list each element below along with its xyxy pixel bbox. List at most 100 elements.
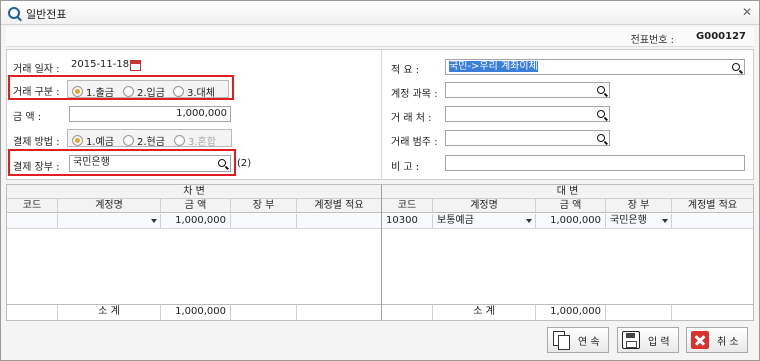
payment-book-value: 국민은행: [73, 157, 110, 168]
search-icon[interactable]: [594, 84, 608, 96]
cell-amount[interactable]: 1,000,000: [161, 214, 231, 228]
payment-book-field[interactable]: 국민은행: [69, 155, 231, 172]
col-code: 코드: [7, 199, 58, 212]
form-panel: 거래 일자 : 2015-11-18 거래 구분 : 1.출금 2.입금 3.대…: [6, 49, 754, 180]
search-icon[interactable]: [594, 132, 608, 144]
doc-number-value: G000127: [696, 31, 746, 42]
doc-number-bar: 전표번호 : G000127: [6, 27, 754, 47]
credit-header: 코드 계정명 금 액 장 부 계정별 적요: [382, 199, 753, 213]
summary-field[interactable]: 국민->우리 계좌이체: [445, 59, 745, 75]
radio-mixed: 3.혼합: [174, 133, 216, 148]
foot-book: [606, 305, 672, 320]
col-note: 계정별 적요: [314, 200, 364, 211]
save-button[interactable]: 입 력: [617, 327, 679, 353]
partner-field[interactable]: [445, 106, 610, 122]
amount-field[interactable]: 1,000,000: [69, 106, 231, 122]
chevron-down-icon[interactable]: [526, 219, 532, 223]
radio-withdraw[interactable]: 1.출금: [72, 84, 114, 99]
radio-deposit-label: 2.입금: [137, 88, 165, 99]
col-book: 장 부: [606, 199, 672, 212]
debit-subtotal-amount: 1,000,000: [161, 305, 231, 320]
continue-button-label: 연 속: [578, 336, 600, 348]
cell-account-value: 보통예금: [437, 215, 474, 226]
cancel-button[interactable]: 취 소: [686, 327, 748, 353]
summary-label: 적 요 :: [391, 65, 420, 76]
debit-subtotal-label: 소 계: [58, 305, 161, 320]
chevron-down-icon[interactable]: [151, 219, 157, 223]
journal-grid: 차 변 코드 계정명 금 액 장 부 계정별 적요 1,000,000 소 계 …: [6, 184, 754, 321]
close-icon[interactable]: ✕: [742, 5, 752, 19]
foot-book: [231, 305, 297, 320]
search-icon[interactable]: [729, 61, 743, 73]
debit-header: 코드 계정명 금 액 장 부 계정별 적요: [7, 199, 381, 213]
continue-button[interactable]: 연 속: [547, 327, 609, 353]
save-button-label: 입 력: [648, 336, 670, 348]
radio-on-icon: [72, 86, 83, 97]
cell-account[interactable]: [58, 214, 161, 228]
foot-code: [7, 305, 58, 320]
credit-subtotal-label: 소 계: [433, 305, 536, 320]
journal-window: 일반전표 ✕ 전표번호 : G000127 거래 일자 : 2015-11-18…: [0, 0, 760, 361]
col-account: 계정명: [433, 199, 536, 212]
cell-code[interactable]: 10300: [382, 214, 433, 228]
payment-book-count: (2): [237, 158, 252, 169]
trade-type-label: 거래 구분 :: [13, 87, 60, 98]
radio-off-icon: [123, 135, 134, 146]
form-divider: [381, 50, 382, 179]
chevron-down-icon[interactable]: [662, 219, 668, 223]
memo-field[interactable]: [445, 155, 745, 171]
payment-book-label: 결제 장부 :: [13, 162, 60, 173]
cell-book[interactable]: 국민은행: [606, 214, 672, 228]
cell-note[interactable]: [297, 214, 381, 228]
memo-label: 비 고 :: [391, 162, 420, 173]
debit-footer: 소 계 1,000,000: [7, 304, 381, 320]
col-note: 계정별 적요: [687, 200, 738, 211]
date-field[interactable]: 2015-11-18: [69, 58, 129, 74]
account-field[interactable]: [445, 82, 610, 98]
trade-type-radio-group: 1.출금 2.입금 3.대체: [67, 80, 229, 99]
credit-subtotal-amount: 1,000,000: [536, 305, 606, 320]
save-icon: [622, 331, 640, 349]
close-icon: [691, 331, 709, 349]
radio-on-icon: [72, 135, 83, 146]
window-title: 일반전표: [26, 8, 67, 21]
category-field[interactable]: [445, 130, 610, 146]
account-label: 계정 과목 :: [391, 89, 438, 100]
radio-off-icon: [173, 86, 184, 97]
amount-label: 금 액 :: [13, 112, 42, 123]
radio-deposit[interactable]: 2.입금: [123, 84, 165, 99]
calendar-icon[interactable]: [130, 60, 141, 71]
cell-note[interactable]: [672, 214, 753, 228]
col-code: 코드: [382, 199, 433, 212]
foot-code: [382, 305, 433, 320]
cell-account[interactable]: 보통예금: [433, 214, 536, 228]
radio-cash[interactable]: 2.현금: [123, 133, 165, 148]
radio-cash-label: 2.현금: [137, 137, 165, 148]
credit-grid: 대 변 코드 계정명 금 액 장 부 계정별 적요 10300 보통예금 1,0…: [382, 185, 753, 320]
search-icon[interactable]: [215, 157, 229, 169]
search-icon[interactable]: [594, 108, 608, 120]
doc-number-label: 전표번호 :: [630, 35, 674, 46]
cell-book[interactable]: [231, 214, 297, 228]
category-label: 거래 범주 :: [391, 137, 438, 148]
cell-code[interactable]: [7, 214, 58, 228]
col-amount: 금 액: [536, 199, 606, 212]
credit-title: 대 변: [382, 185, 753, 199]
radio-transfer-label: 3.대체: [187, 88, 215, 99]
radio-transfer[interactable]: 3.대체: [173, 84, 215, 99]
cell-amount[interactable]: 1,000,000: [536, 214, 606, 228]
table-row[interactable]: 1,000,000: [7, 214, 381, 229]
col-account: 계정명: [58, 199, 161, 212]
partner-label: 거 래 처 :: [391, 113, 432, 124]
table-row[interactable]: 10300 보통예금 1,000,000 국민은행: [382, 214, 753, 229]
search-logo-icon: [8, 7, 20, 19]
foot-note: [297, 305, 381, 320]
col-book: 장 부: [231, 199, 297, 212]
radio-bank[interactable]: 1.예금: [72, 133, 114, 148]
date-label: 거래 일자 :: [13, 64, 60, 75]
credit-footer: 소 계 1,000,000: [382, 304, 753, 320]
cancel-button-label: 취 소: [717, 336, 739, 348]
payment-method-label: 결제 방법 :: [13, 137, 60, 148]
radio-off-icon: [174, 135, 185, 146]
col-amount: 금 액: [161, 199, 231, 212]
